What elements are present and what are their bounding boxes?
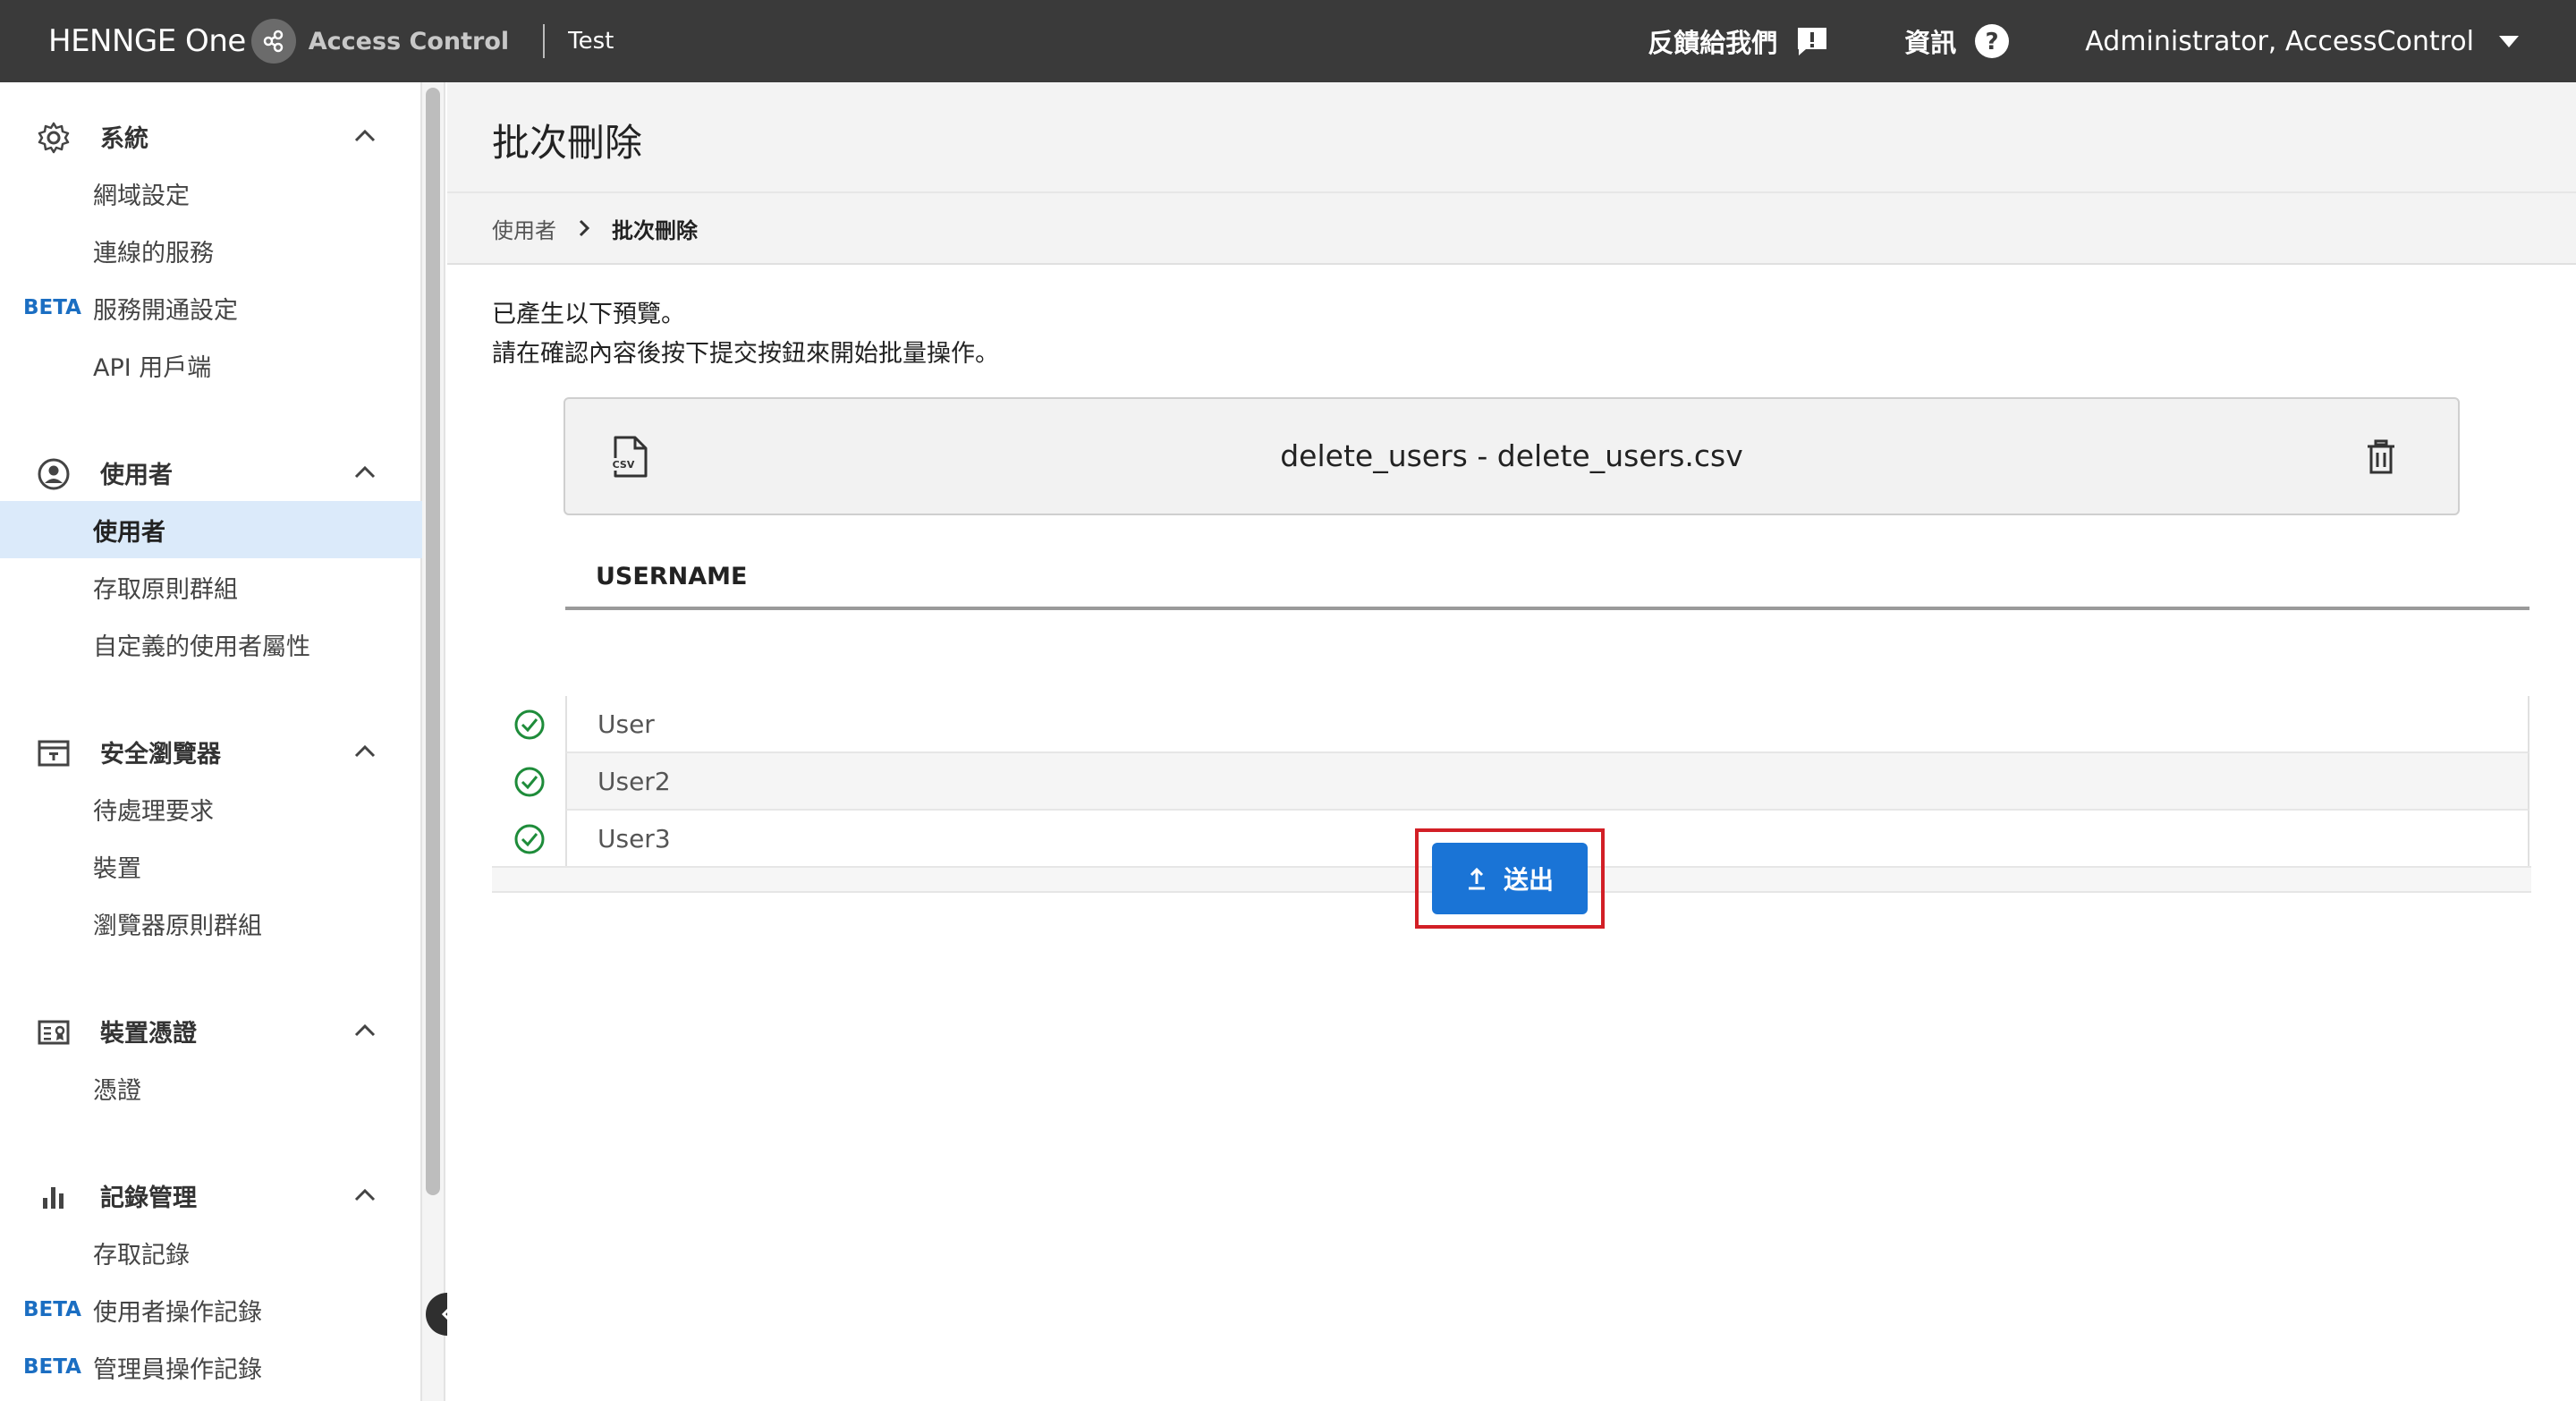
feedback-icon [1795,25,1829,57]
sidebar-item-api-clients[interactable]: API 用戶端 [0,336,422,394]
submit-button[interactable]: 送出 [1432,843,1588,914]
chevron-up-icon[interactable] [351,458,379,487]
sidebar-item-admin-operation-logs[interactable]: BETA 管理員操作記錄 [0,1338,422,1396]
feedback-button[interactable]: 反饋給我們 [1648,22,1829,60]
sidebar-section-users: 使用者 使用者 存取原則群組 自定義的使用者屬性 [0,444,422,673]
table-cell-username: User [565,696,2529,753]
sidebar-section-logs: 記錄管理 存取記錄 BETA 使用者操作記錄 BETA 管理員操作記錄 [0,1167,422,1396]
sidebar-item-devices[interactable]: 裝置 [0,837,422,895]
sidebar-section-header-users[interactable]: 使用者 [0,444,422,501]
beta-badge: BETA [23,296,81,319]
chevron-up-icon[interactable] [351,1016,379,1045]
tenant-name: Test [568,28,614,55]
sidebar-section-title: 安全瀏覽器 [100,740,221,768]
table-header-divider [565,607,2529,610]
file-name: delete_users - delete_users.csv [1280,438,1743,473]
beta-badge: BETA [23,1298,81,1321]
sidebar-item-users[interactable]: 使用者 [0,501,422,558]
intro-line-2: 請在確認內容後按下提交按鈕來開始批量操作。 [492,340,999,368]
brand[interactable]: HENNGE One Access Control [48,19,509,64]
feedback-label: 反饋給我們 [1648,28,1778,58]
chevron-up-icon[interactable] [351,1181,379,1210]
chevron-up-icon[interactable] [351,737,379,766]
sidebar-item-certificates[interactable]: 憑證 [0,1059,422,1117]
sidebar-section-device-certificates: 裝置憑證 憑證 [0,1002,422,1117]
intro-line-1: 已產生以下預覽。 [492,301,685,328]
chevron-up-icon[interactable] [351,122,379,150]
breadcrumb-current: 批次刪除 [612,217,698,243]
info-button[interactable]: 資訊 ? [1904,22,2010,60]
sidebar-section-secure-browser: 安全瀏覽器 待處理要求 裝置 瀏覽器原則群組 [0,723,422,952]
browser-window-icon [36,735,72,771]
preview-instructions: 已產生以下預覽。 請在確認內容後按下提交按鈕來開始批量操作。 [492,295,999,374]
uploaded-file-card: CSV delete_users - delete_users.csv [564,397,2460,515]
sidebar-item-custom-attributes[interactable]: 自定義的使用者屬性 [0,616,422,673]
sidebar-item-access-logs[interactable]: 存取記錄 [0,1224,422,1281]
check-circle-icon [514,709,545,740]
table-cell-username: User2 [565,753,2529,811]
submit-highlight: 送出 [1415,828,1605,929]
brand-logo-icon [250,19,296,64]
sidebar-section-header-secure-browser[interactable]: 安全瀏覽器 [0,723,422,780]
sidebar-section-header-device-certificates[interactable]: 裝置憑證 [0,1002,422,1059]
info-label: 資訊 [1904,28,1957,58]
sidebar-item-provisioning[interactable]: BETA 服務開通設定 [0,279,422,336]
trash-icon[interactable] [2363,438,2399,476]
sidebar-section-title: 裝置憑證 [100,1019,197,1048]
breadcrumb-link-users[interactable]: 使用者 [492,213,556,244]
check-circle-icon [514,767,545,797]
sidebar-section-title: 系統 [100,124,148,153]
main-content: 批次刪除 使用者 批次刪除 已產生以下預覽。 請在確認內容後按下提交按鈕來開始批… [447,82,2576,1401]
sidebar-item-browser-policy-groups[interactable]: 瀏覽器原則群組 [0,895,422,952]
sidebar-item-user-operation-logs[interactable]: BETA 使用者操作記錄 [0,1281,422,1338]
user-name: Administrator, AccessControl [2085,25,2474,57]
chevron-right-icon [576,218,592,238]
sidebar-item-connected-services[interactable]: 連線的服務 [0,222,422,279]
brand-name: HENNGE One [48,23,246,59]
user-circle-icon [36,456,72,492]
header-divider [543,24,546,58]
breadcrumb: 使用者 批次刪除 [447,191,2576,265]
sidebar-section-header-logs[interactable]: 記錄管理 [0,1167,422,1224]
submit-label: 送出 [1503,865,1554,895]
product-name: Access Control [308,27,510,55]
sidebar-section-header-system[interactable]: 系統 [0,107,422,165]
gear-icon [36,120,72,156]
upload-icon [1466,866,1487,891]
help-icon: ? [1974,23,2010,59]
certificate-icon [36,1015,72,1050]
sidebar-scrollbar-thumb[interactable] [426,88,440,1195]
table-row: User [492,696,2531,753]
top-header: HENNGE One Access Control Test 反饋給我們 資訊 … [0,0,2576,82]
sidebar: 系統 網域設定 連線的服務 BETA 服務開通設定 API 用戶端 使用者 使用者… [0,82,422,1401]
sidebar-item-domain-settings[interactable]: 網域設定 [0,165,422,222]
table-row: User2 [492,753,2531,811]
sidebar-section-title: 使用者 [100,461,173,489]
page-title: 批次刪除 [492,121,643,165]
user-menu[interactable]: Administrator, AccessControl [2085,26,2519,57]
column-header-username: USERNAME [596,562,748,590]
bar-chart-icon [36,1179,72,1215]
sidebar-section-system: 系統 網域設定 連線的服務 BETA 服務開通設定 API 用戶端 [0,107,422,394]
check-circle-icon [514,824,545,854]
beta-badge: BETA [23,1355,81,1379]
sidebar-section-title: 記錄管理 [100,1184,197,1212]
page-title-bar: 批次刪除 [447,82,2576,191]
sidebar-item-access-policy-groups[interactable]: 存取原則群組 [0,558,422,616]
svg-text:?: ? [1986,29,1999,55]
sidebar-item-pending-requests[interactable]: 待處理要求 [0,780,422,837]
caret-down-icon [2499,35,2519,47]
